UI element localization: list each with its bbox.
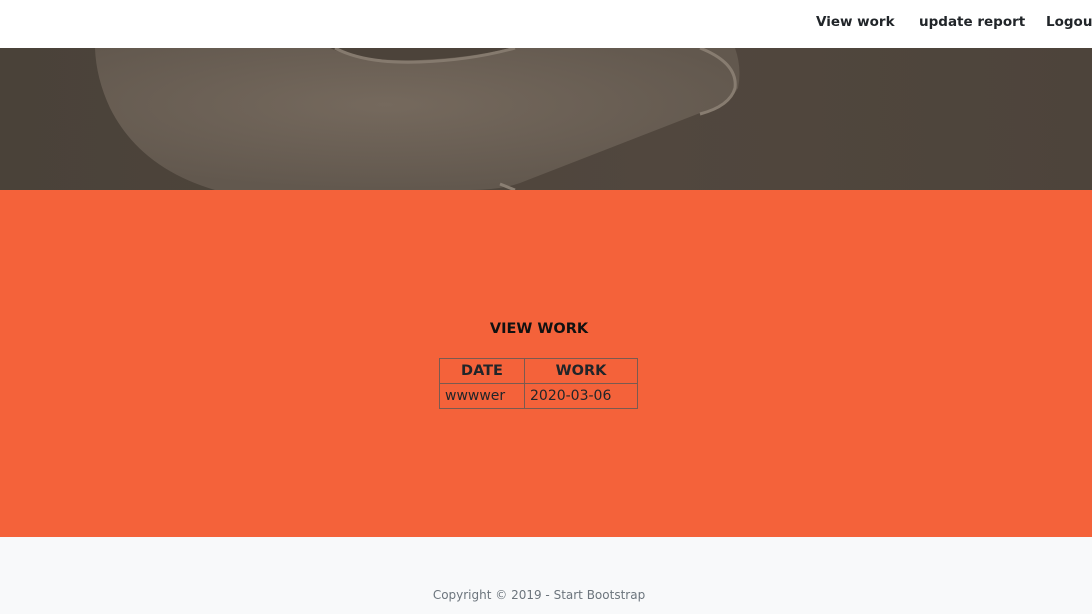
column-header-work: WORK [524, 358, 638, 384]
footer: Copyright © 2019 - Start Bootstrap [0, 537, 1092, 614]
view-work-section: VIEW WORK DATE WORK wwwwer 2020-03-06 [0, 190, 1092, 537]
hero-background-image [0, 48, 1092, 190]
nav-link-update-report[interactable]: update report [919, 14, 1025, 30]
nav-link-logout[interactable]: Logout [1046, 14, 1092, 30]
work-table: DATE WORK wwwwer 2020-03-06 [439, 358, 638, 409]
column-header-date: DATE [439, 358, 525, 384]
table-cell-work: 2020-03-06 [524, 383, 638, 409]
table-row: wwwwer 2020-03-06 [439, 383, 638, 409]
coffee-cup-image [0, 48, 1092, 190]
navbar: View work update report Logout [0, 0, 1092, 48]
table-cell-date: wwwwer [439, 383, 525, 409]
table-header-row: DATE WORK [439, 358, 638, 384]
page-title: VIEW WORK [489, 321, 589, 337]
nav-link-view-work[interactable]: View work [816, 14, 895, 30]
copyright-text: Copyright © 2019 - Start Bootstrap [432, 588, 646, 602]
